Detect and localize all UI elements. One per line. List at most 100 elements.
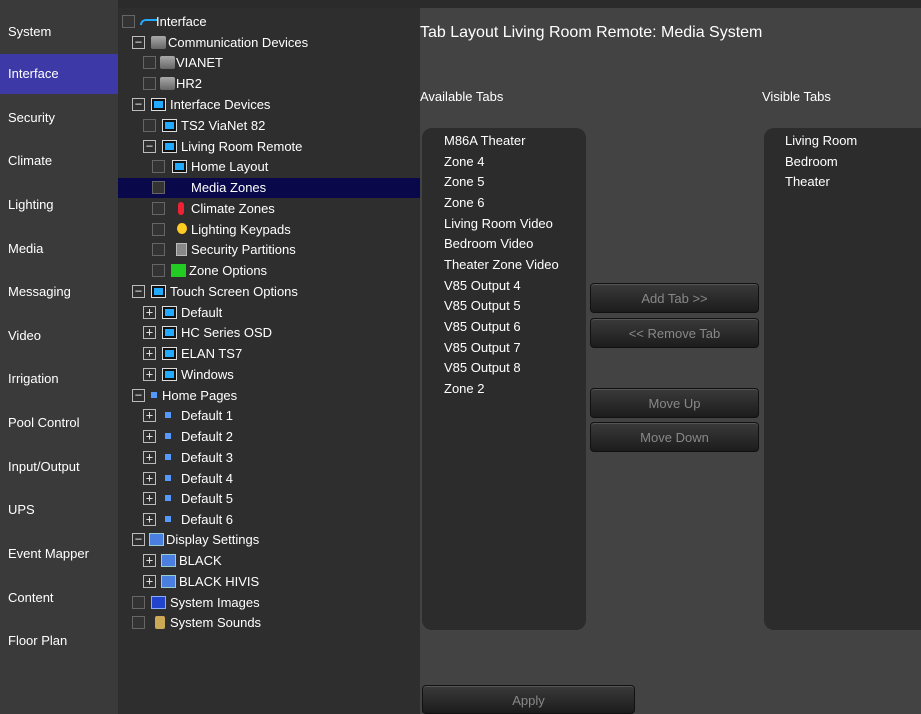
- checkbox[interactable]: [152, 181, 165, 194]
- list-item[interactable]: Zone 2: [444, 381, 484, 396]
- tree-item-media-zones[interactable]: Media Zones: [118, 178, 420, 198]
- tree-item-climate-zones[interactable]: Climate Zones: [118, 199, 420, 219]
- tree-item-interface-devices[interactable]: − Interface Devices: [118, 95, 420, 115]
- checkbox[interactable]: [152, 243, 165, 256]
- tree-item-hc-series-osd[interactable]: + HC Series OSD: [118, 323, 420, 343]
- list-item[interactable]: V85 Output 6: [444, 319, 521, 334]
- tree-item-display-settings[interactable]: − Display Settings: [118, 530, 420, 550]
- tree-item-default-5[interactable]: + Default 5: [118, 489, 420, 509]
- tree-item-black-hivis[interactable]: + BLACK HIVIS: [118, 572, 420, 592]
- nav-item-pool-control[interactable]: Pool Control: [0, 403, 118, 443]
- expand-icon[interactable]: +: [143, 554, 156, 567]
- tree-item-default-6[interactable]: + Default 6: [118, 510, 420, 530]
- list-item[interactable]: Zone 4: [444, 154, 484, 169]
- nav-item-floor-plan[interactable]: Floor Plan: [0, 621, 118, 661]
- collapse-icon[interactable]: −: [132, 98, 145, 111]
- tree-item-living-room-remote[interactable]: − Living Room Remote: [118, 137, 420, 157]
- collapse-icon[interactable]: −: [132, 533, 145, 546]
- tree-item-default[interactable]: + Default: [118, 303, 420, 323]
- list-item[interactable]: Zone 5: [444, 174, 484, 189]
- tree-item-default-2[interactable]: + Default 2: [118, 427, 420, 447]
- move-down-button[interactable]: Move Down: [590, 422, 759, 452]
- tree-item-label: Home Layout: [191, 159, 269, 174]
- list-item[interactable]: Living Room Video: [444, 216, 553, 231]
- add-tab-button[interactable]: Add Tab >>: [590, 283, 759, 313]
- expand-icon[interactable]: +: [143, 306, 156, 319]
- checkbox[interactable]: [152, 160, 165, 173]
- tree-item-default-4[interactable]: + Default 4: [118, 469, 420, 489]
- list-item[interactable]: Bedroom Video: [444, 236, 533, 251]
- tree-item-interface[interactable]: Interface: [118, 12, 420, 32]
- list-item[interactable]: V85 Output 4: [444, 278, 521, 293]
- expand-icon[interactable]: +: [143, 472, 156, 485]
- nav-item-climate[interactable]: Climate: [0, 141, 118, 181]
- nav-item-content[interactable]: Content: [0, 578, 118, 618]
- list-item[interactable]: V85 Output 8: [444, 360, 521, 375]
- nav-item-media[interactable]: Media: [0, 229, 118, 269]
- list-item[interactable]: Zone 6: [444, 195, 484, 210]
- tree-item-default-1[interactable]: + Default 1: [118, 406, 420, 426]
- nav-item-security[interactable]: Security: [0, 98, 118, 138]
- move-up-button[interactable]: Move Up: [590, 388, 759, 418]
- tree-item-windows[interactable]: + Windows: [118, 365, 420, 385]
- tree-item-hr2[interactable]: HR2: [118, 74, 420, 94]
- tree-item-system-images[interactable]: System Images: [118, 593, 420, 613]
- expand-icon[interactable]: +: [143, 492, 156, 505]
- tree-item-ts2-vianet-82[interactable]: TS2 ViaNet 82: [118, 116, 420, 136]
- expand-icon[interactable]: +: [143, 513, 156, 526]
- list-item[interactable]: V85 Output 5: [444, 298, 521, 313]
- checkbox[interactable]: [132, 596, 145, 609]
- remove-tab-button[interactable]: << Remove Tab: [590, 318, 759, 348]
- tree-item-vianet[interactable]: VIANET: [118, 53, 420, 73]
- collapse-icon[interactable]: −: [143, 140, 156, 153]
- expand-icon[interactable]: +: [143, 326, 156, 339]
- tree-item-label: Lighting Keypads: [191, 222, 291, 237]
- checkbox[interactable]: [143, 77, 156, 90]
- collapse-icon[interactable]: −: [132, 36, 145, 49]
- checkbox[interactable]: [143, 119, 156, 132]
- list-item[interactable]: Bedroom: [785, 154, 838, 169]
- tree-item-black[interactable]: + BLACK: [118, 551, 420, 571]
- tree-item-zone-options[interactable]: Zone Options: [118, 261, 420, 281]
- checkbox[interactable]: [122, 15, 135, 28]
- tree-item-default-3[interactable]: + Default 3: [118, 448, 420, 468]
- expand-icon[interactable]: +: [143, 368, 156, 381]
- nav-item-system[interactable]: System: [0, 12, 118, 52]
- tree-item-elan-ts7[interactable]: + ELAN TS7: [118, 344, 420, 364]
- tree-item-system-sounds[interactable]: System Sounds: [118, 613, 420, 633]
- tree-item-security-partitions[interactable]: Security Partitions: [118, 240, 420, 260]
- expand-icon[interactable]: +: [143, 451, 156, 464]
- tree-item-touch-screen-options[interactable]: − Touch Screen Options: [118, 282, 420, 302]
- tree-item-lighting-keypads[interactable]: Lighting Keypads: [118, 220, 420, 240]
- expand-icon[interactable]: +: [143, 575, 156, 588]
- nav-item-irrigation[interactable]: Irrigation: [0, 359, 118, 399]
- nav-item-event-mapper[interactable]: Event Mapper: [0, 534, 118, 574]
- expand-icon[interactable]: +: [143, 347, 156, 360]
- collapse-icon[interactable]: −: [132, 285, 145, 298]
- list-item[interactable]: M86A Theater: [444, 133, 525, 148]
- nav-item-input-output[interactable]: Input/Output: [0, 447, 118, 487]
- tree-item-home-pages[interactable]: − Home Pages: [118, 386, 420, 406]
- nav-item-video[interactable]: Video: [0, 316, 118, 356]
- list-item[interactable]: Theater Zone Video: [444, 257, 559, 272]
- nav-item-lighting[interactable]: Lighting: [0, 185, 118, 225]
- list-item[interactable]: Theater: [785, 174, 830, 189]
- checkbox[interactable]: [143, 56, 156, 69]
- checkbox[interactable]: [132, 616, 145, 629]
- collapse-icon[interactable]: −: [132, 389, 145, 402]
- list-item[interactable]: Living Room: [785, 133, 857, 148]
- checkbox[interactable]: [152, 223, 165, 236]
- tree-item-home-layout[interactable]: Home Layout: [118, 157, 420, 177]
- tree-item-communication-devices[interactable]: − Communication Devices: [118, 33, 420, 53]
- list-item[interactable]: V85 Output 7: [444, 340, 521, 355]
- nav-item-interface[interactable]: Interface: [0, 54, 118, 94]
- expand-icon[interactable]: +: [143, 409, 156, 422]
- nav-item-messaging[interactable]: Messaging: [0, 272, 118, 312]
- checkbox[interactable]: [152, 264, 165, 277]
- available-tabs-list[interactable]: M86A Theater Zone 4 Zone 5 Zone 6 Living…: [422, 128, 586, 630]
- checkbox[interactable]: [152, 202, 165, 215]
- apply-button[interactable]: Apply: [422, 685, 635, 714]
- nav-item-ups[interactable]: UPS: [0, 490, 118, 530]
- expand-icon[interactable]: +: [143, 430, 156, 443]
- visible-tabs-list[interactable]: Living Room Bedroom Theater: [764, 128, 921, 630]
